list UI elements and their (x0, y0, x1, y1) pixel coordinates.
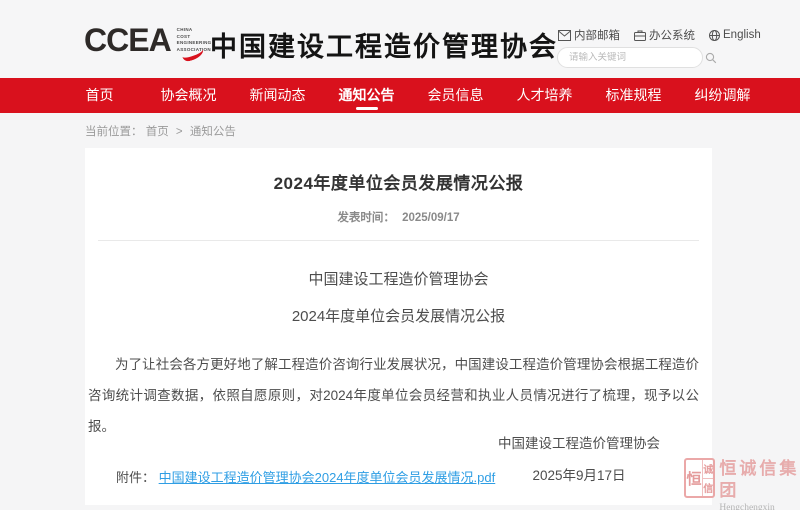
quick-link-office-system[interactable]: 办公系统 (634, 27, 695, 43)
attachment-label: 附件： (116, 470, 155, 485)
attachment-pdf-link[interactable]: 中国建设工程造价管理协会2024年度单位会员发展情况.pdf (159, 470, 496, 485)
watermark-text: 恒诚信集团 Hengchengxin Group (719, 458, 800, 510)
watermark-name: 恒诚信集团 (719, 458, 800, 502)
breadcrumb-home[interactable]: 首页 (146, 126, 169, 138)
site-title: 中国建设工程造价管理协会 (210, 25, 558, 64)
nav-item-standards[interactable]: 标准规程 (589, 78, 678, 113)
breadcrumb: 当前位置： 首页 > 通知公告 (85, 123, 236, 139)
publish-date: 2025/09/17 (402, 212, 460, 224)
quick-link-label: English (723, 29, 761, 41)
nav-item-mediation[interactable]: 纠纷调解 (678, 78, 767, 113)
nav-item-notices[interactable]: 通知公告 (322, 78, 411, 113)
nav-item-about[interactable]: 协会概况 (144, 78, 233, 113)
header-quick-links: 内部邮箱 办公系统 English (558, 27, 761, 43)
quick-link-label: 办公系统 (649, 27, 695, 43)
article-title: 2024年度单位会员发展情况公报 (85, 169, 712, 194)
quick-link-label: 内部邮箱 (574, 27, 620, 43)
breadcrumb-current: 通知公告 (190, 126, 236, 138)
globe-icon (709, 30, 720, 41)
nav-item-home[interactable]: 首页 (55, 78, 144, 113)
main-nav: 首页 协会概况 新闻动态 通知公告 会员信息 人才培养 标准规程 纠纷调解 (0, 78, 800, 113)
header-search-box (557, 47, 703, 68)
hengchengxin-watermark: 恒 诚 信 恒诚信集团 Hengchengxin Group (684, 458, 800, 510)
mail-icon (558, 30, 571, 41)
office-icon (634, 30, 646, 41)
seal-char: 恒 (686, 460, 703, 496)
nav-item-news[interactable]: 新闻动态 (233, 78, 322, 113)
seal-char: 诚 (703, 460, 713, 479)
site-header: CCEA CHINA COST ENGINEERING ASSOCIATION … (0, 0, 800, 78)
active-tab-underline (356, 107, 378, 110)
publish-label: 发表时间： (337, 212, 395, 224)
ccea-logo-acronym: CCEA (84, 22, 171, 58)
quick-link-english[interactable]: English (709, 29, 761, 41)
seal-right-column: 诚 信 (703, 460, 713, 496)
nav-item-label: 通知公告 (339, 87, 395, 103)
search-icon[interactable] (705, 48, 717, 67)
ccea-logo[interactable]: CCEA CHINA COST ENGINEERING ASSOCIATION (84, 22, 211, 62)
publish-row: 发表时间： 2025/09/17 (85, 209, 712, 225)
signature-block: 中国建设工程造价管理协会 2025年9月17日 (494, 432, 664, 484)
seal-char: 信 (703, 479, 713, 497)
page: CCEA CHINA COST ENGINEERING ASSOCIATION … (0, 0, 800, 510)
nav-item-members[interactable]: 会员信息 (411, 78, 500, 113)
signature-date: 2025年9月17日 (494, 464, 664, 484)
breadcrumb-separator: > (176, 126, 183, 138)
signature-org: 中国建设工程造价管理协会 (494, 432, 664, 452)
article-paragraph: 为了让社会各方更好地了解工程造价咨询行业发展状况，中国建设工程造价管理协会根据工… (88, 349, 699, 442)
watermark-name-en: Hengchengxin Group (719, 502, 800, 510)
breadcrumb-prefix: 当前位置： (85, 126, 143, 138)
document-org-heading: 中国建设工程造价管理协会 (85, 268, 712, 289)
hengchengxin-seal-icon: 恒 诚 信 (684, 458, 715, 498)
article-card: 2024年度单位会员发展情况公报 发表时间： 2025/09/17 中国建设工程… (85, 148, 712, 505)
title-divider (98, 240, 699, 241)
document-title-heading: 2024年度单位会员发展情况公报 (85, 305, 712, 326)
nav-item-training[interactable]: 人才培养 (500, 78, 589, 113)
quick-link-internal-mail[interactable]: 内部邮箱 (558, 27, 620, 43)
search-input[interactable] (558, 52, 705, 63)
